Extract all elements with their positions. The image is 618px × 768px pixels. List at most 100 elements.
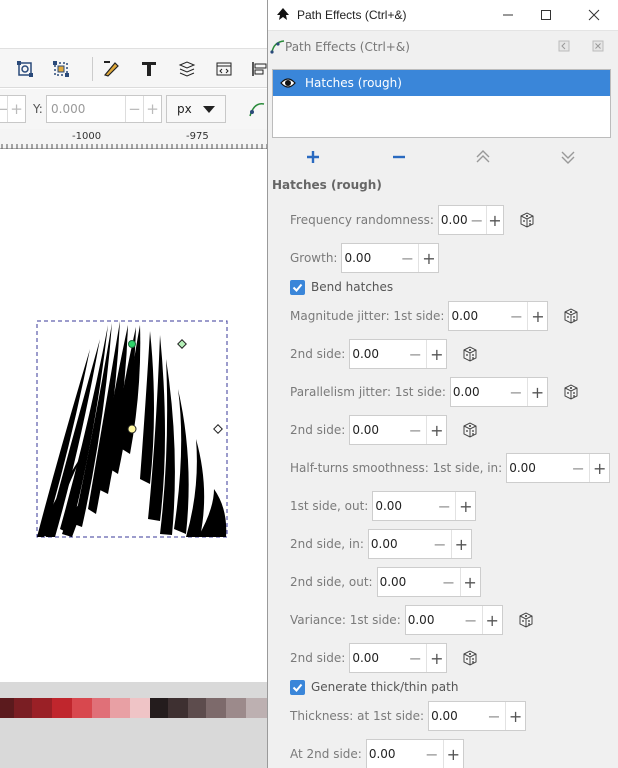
xml-editor-icon[interactable] bbox=[213, 58, 235, 80]
parallel_1-minus-button[interactable]: − bbox=[505, 378, 527, 406]
halfturn_2in-plus-button[interactable]: + bbox=[450, 530, 471, 558]
parallel_2-minus-button[interactable]: − bbox=[404, 416, 426, 444]
drawing-canvas[interactable] bbox=[0, 149, 268, 682]
checkmark-icon[interactable] bbox=[290, 279, 305, 295]
edit-path-icon[interactable] bbox=[100, 58, 122, 80]
parallel_2-plus-button[interactable]: + bbox=[426, 416, 446, 444]
x-field[interactable]: − + bbox=[0, 95, 26, 123]
unit-dropdown[interactable]: px bbox=[166, 95, 226, 123]
x-plus-button[interactable]: + bbox=[7, 96, 25, 122]
y-plus-button[interactable]: + bbox=[143, 96, 161, 122]
parallel_2-value[interactable]: 0.00 bbox=[350, 423, 404, 437]
variance_2-value[interactable]: 0.00 bbox=[350, 651, 404, 665]
halfturn_1out-minus-button[interactable]: − bbox=[433, 492, 455, 520]
dice-icon[interactable] bbox=[461, 421, 479, 439]
close-icon[interactable] bbox=[584, 5, 604, 25]
thickness_1-minus-button[interactable]: − bbox=[483, 702, 505, 730]
halfturn_2out-plus-button[interactable]: + bbox=[459, 568, 480, 596]
variance_1-value[interactable]: 0.00 bbox=[406, 613, 460, 627]
thickness_2-field[interactable]: 0.00− + bbox=[365, 739, 464, 768]
magnitude_2-minus-button[interactable]: − bbox=[404, 340, 426, 368]
variance_2-minus-button[interactable]: − bbox=[404, 644, 426, 672]
frequency-minus-button[interactable]: − bbox=[468, 206, 486, 234]
magnitude_2-value[interactable]: 0.00 bbox=[350, 347, 404, 361]
growth-minus-button[interactable]: − bbox=[396, 244, 418, 272]
close-panel-icon[interactable] bbox=[592, 40, 604, 55]
palette-swatch[interactable] bbox=[52, 698, 72, 718]
thickness_1-plus-button[interactable]: + bbox=[505, 702, 525, 730]
magnitude_1-plus-button[interactable]: + bbox=[527, 302, 547, 330]
palette-swatch[interactable] bbox=[226, 698, 246, 718]
growth-value[interactable]: 0.00 bbox=[342, 251, 396, 265]
halfturn_2out-value[interactable]: 0.00 bbox=[378, 575, 438, 589]
layers-icon[interactable] bbox=[176, 58, 198, 80]
dock-icon[interactable] bbox=[558, 40, 570, 55]
magnitude_1-value[interactable]: 0.00 bbox=[449, 309, 505, 323]
bend-checkbox[interactable]: Bend hatches bbox=[290, 277, 393, 297]
halfturn_1in-plus-button[interactable]: + bbox=[589, 454, 609, 482]
frequency-value[interactable]: 0.00 bbox=[439, 213, 468, 227]
gradient-handle[interactable] bbox=[128, 340, 136, 348]
frequency-field[interactable]: 0.00− + bbox=[437, 205, 504, 235]
move-down-button[interactable] bbox=[556, 146, 580, 168]
variance_1-minus-button[interactable]: − bbox=[460, 606, 482, 634]
halfturn_1out-plus-button[interactable]: + bbox=[455, 492, 475, 520]
node-tool-icon[interactable] bbox=[246, 98, 268, 120]
halfturn_1out-field[interactable]: 0.00− + bbox=[372, 491, 477, 521]
thickness_1-value[interactable]: 0.00 bbox=[429, 709, 483, 723]
effect-item[interactable]: Hatches (rough) bbox=[273, 70, 610, 96]
checkmark-icon[interactable] bbox=[290, 679, 305, 695]
ungroup-icon[interactable] bbox=[50, 58, 72, 80]
halfturn_2out-field[interactable]: 0.00− + bbox=[376, 567, 481, 597]
palette-swatch[interactable] bbox=[32, 698, 52, 718]
variance_1-field[interactable]: 0.00− + bbox=[404, 605, 503, 635]
palette-swatch[interactable] bbox=[92, 698, 110, 718]
dice-icon[interactable] bbox=[461, 345, 479, 363]
magnitude_1-minus-button[interactable]: − bbox=[505, 302, 527, 330]
palette-swatch[interactable] bbox=[150, 698, 168, 718]
halfturn_1in-value[interactable]: 0.00 bbox=[507, 461, 567, 475]
thickness_1-field[interactable]: 0.00− + bbox=[428, 701, 527, 731]
thickness_2-value[interactable]: 0.00 bbox=[367, 747, 421, 761]
halfturn_2in-value[interactable]: 0.00 bbox=[369, 537, 429, 551]
palette-swatch[interactable] bbox=[110, 698, 130, 718]
group-select-icon[interactable] bbox=[14, 58, 36, 80]
text-tool-icon[interactable] bbox=[138, 58, 160, 80]
dice-icon[interactable] bbox=[517, 611, 535, 629]
thickness_2-minus-button[interactable]: − bbox=[421, 740, 443, 768]
dice-icon[interactable] bbox=[518, 211, 536, 229]
halfturn_1in-minus-button[interactable]: − bbox=[567, 454, 589, 482]
parallel_2-field[interactable]: 0.00− + bbox=[349, 415, 448, 445]
dice-icon[interactable] bbox=[562, 383, 580, 401]
center-handle[interactable] bbox=[127, 424, 137, 434]
parallel_1-plus-button[interactable]: + bbox=[526, 378, 547, 406]
x-minus-button[interactable]: − bbox=[0, 96, 9, 122]
variance_2-plus-button[interactable]: + bbox=[426, 644, 446, 672]
magnitude_2-plus-button[interactable]: + bbox=[426, 340, 446, 368]
thickness_2-plus-button[interactable]: + bbox=[442, 740, 463, 768]
halfturn_1in-field[interactable]: 0.00− + bbox=[506, 453, 611, 483]
palette-swatch[interactable] bbox=[188, 698, 206, 718]
palette-swatch[interactable] bbox=[14, 698, 32, 718]
magnitude_2-field[interactable]: 0.00− + bbox=[349, 339, 448, 369]
variance_2-field[interactable]: 0.00− + bbox=[349, 643, 448, 673]
palette-swatch[interactable] bbox=[72, 698, 92, 718]
palette-swatch[interactable] bbox=[246, 698, 268, 718]
y-field[interactable]: 0.000 − + bbox=[46, 95, 162, 123]
parallel_1-field[interactable]: 0.00− + bbox=[449, 377, 548, 407]
halfturn_2in-minus-button[interactable]: − bbox=[429, 530, 451, 558]
magnitude_1-field[interactable]: 0.00− + bbox=[448, 301, 549, 331]
y-value[interactable]: 0.000 bbox=[47, 102, 125, 116]
palette-swatch[interactable] bbox=[206, 698, 226, 718]
palette-swatch[interactable] bbox=[0, 698, 14, 718]
knot-handle-2[interactable] bbox=[213, 424, 223, 434]
palette-swatch[interactable] bbox=[168, 698, 188, 718]
y-minus-button[interactable]: − bbox=[125, 96, 143, 122]
parallel_1-value[interactable]: 0.00 bbox=[451, 385, 505, 399]
palette-swatch[interactable] bbox=[130, 698, 150, 718]
halfturn_1out-value[interactable]: 0.00 bbox=[373, 499, 433, 513]
growth-plus-button[interactable]: + bbox=[418, 244, 438, 272]
halfturn_2out-minus-button[interactable]: − bbox=[438, 568, 460, 596]
remove-effect-button[interactable] bbox=[387, 146, 411, 168]
minimize-icon[interactable] bbox=[498, 5, 518, 25]
